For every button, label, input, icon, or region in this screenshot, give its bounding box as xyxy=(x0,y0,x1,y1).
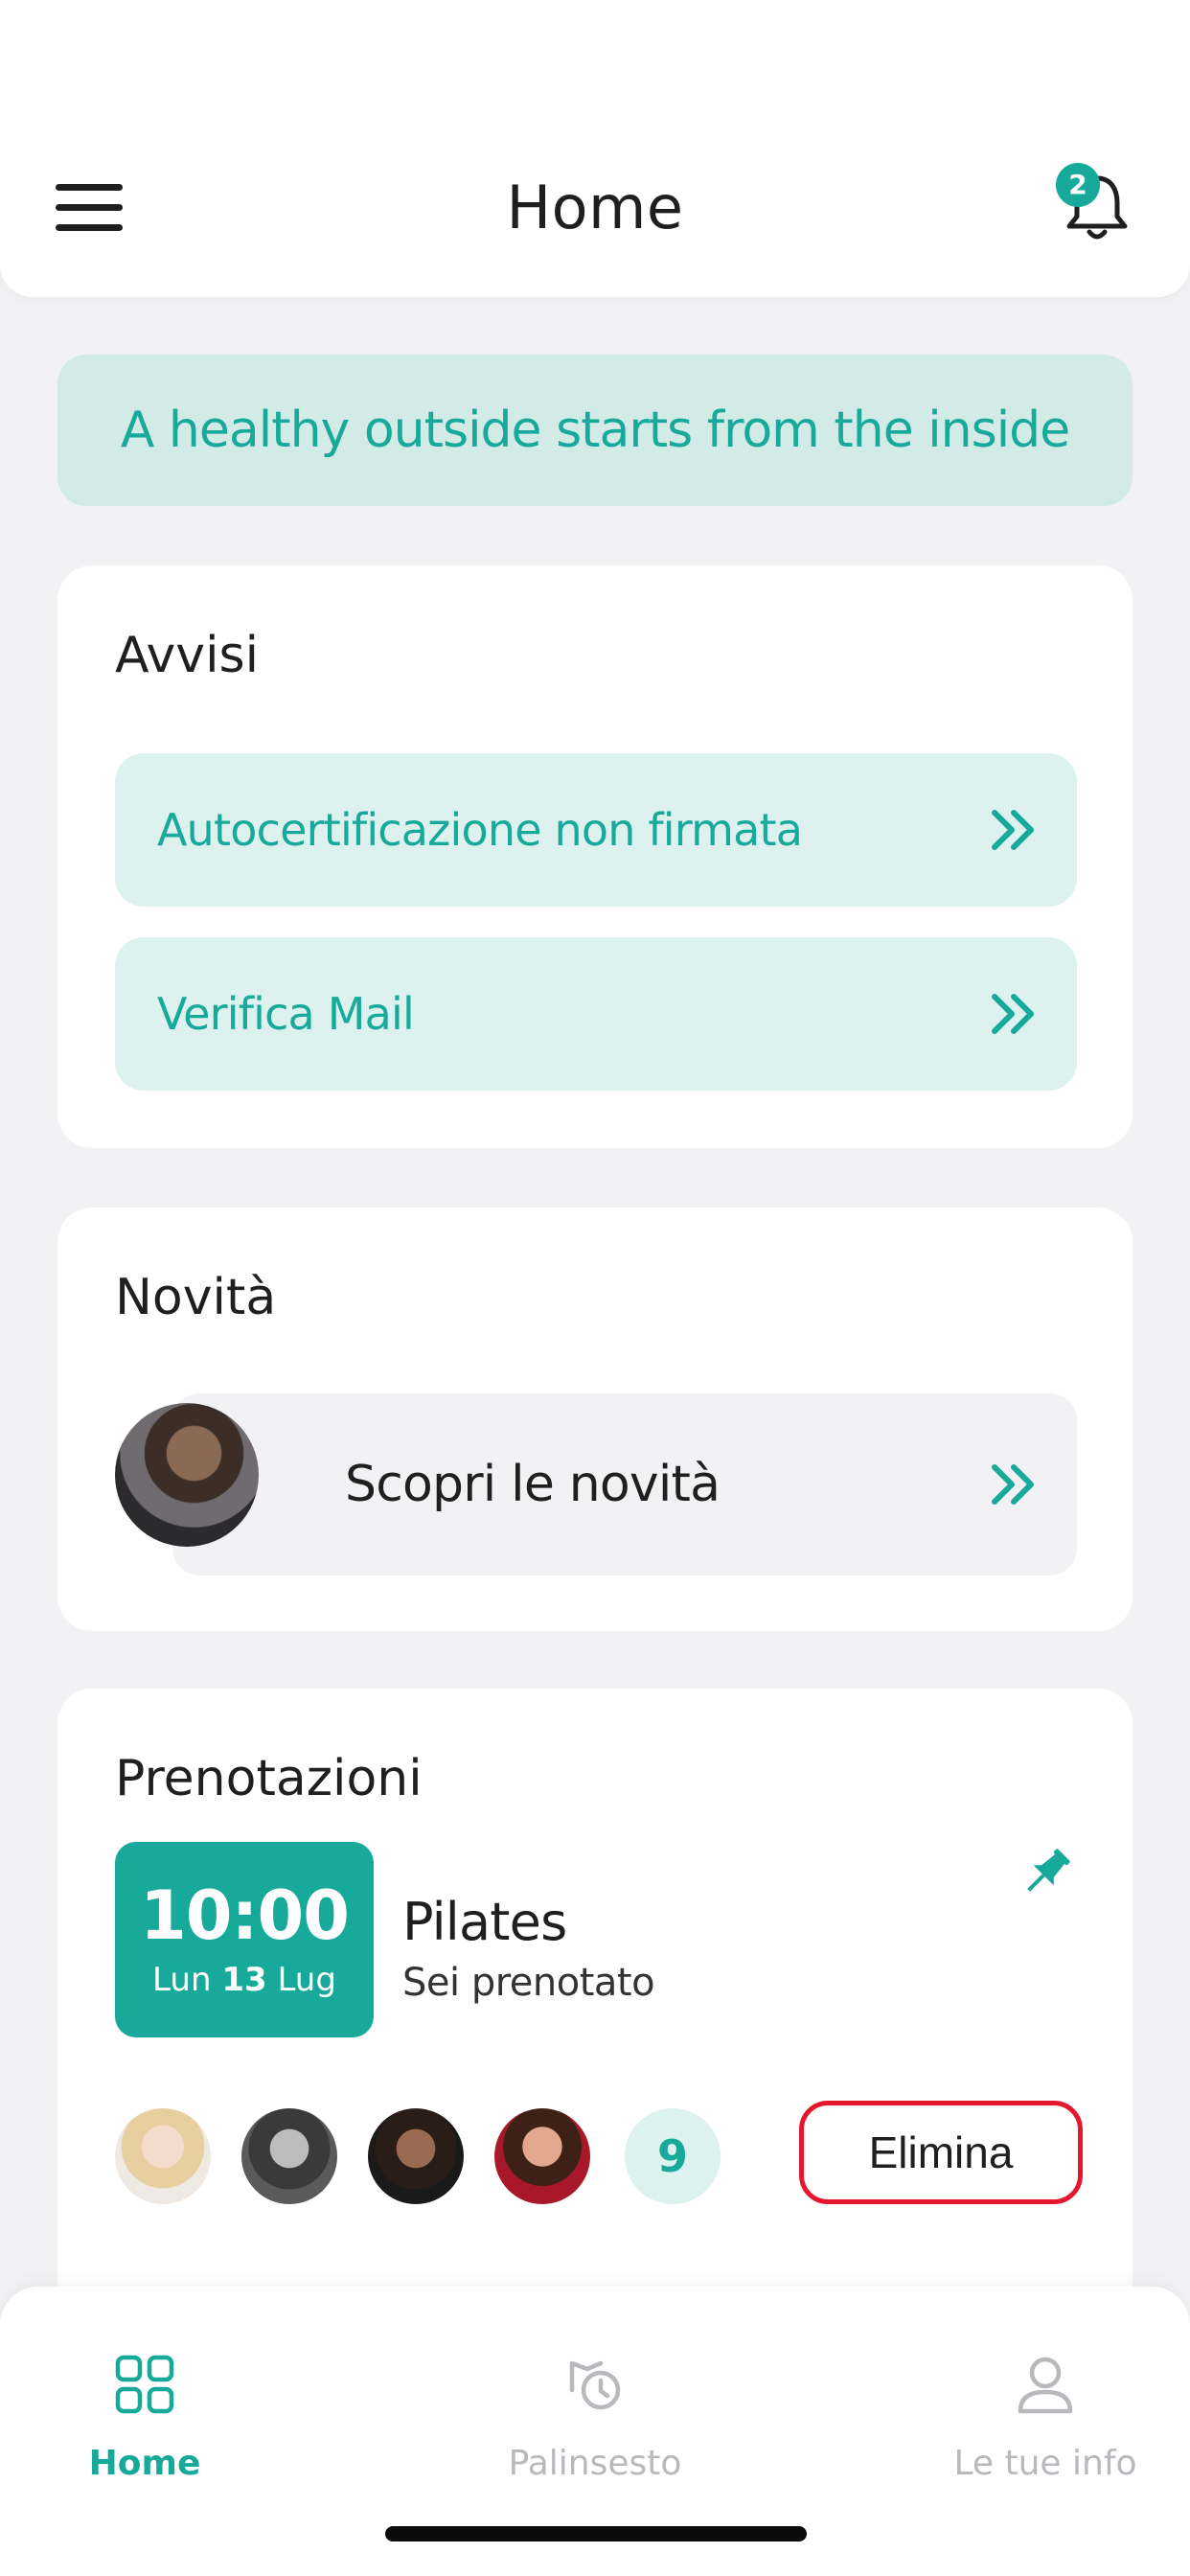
double-chevron-right-icon xyxy=(992,1464,1034,1505)
alerts-title: Avvisi xyxy=(115,627,260,684)
double-chevron-right-icon xyxy=(992,810,1034,850)
tab-your-info[interactable]: Le tue info xyxy=(847,2287,1190,2517)
double-chevron-right-icon xyxy=(992,994,1034,1034)
alert-item-verify-mail[interactable]: Verifica Mail xyxy=(115,937,1077,1091)
page-title: Home xyxy=(506,172,684,242)
booking-status: Sei prenotato xyxy=(402,1961,655,2005)
tab-label: Le tue info xyxy=(953,2444,1137,2483)
app-header: Home 2 xyxy=(0,0,1190,297)
news-card: Novità Scopri le novità xyxy=(57,1208,1133,1631)
history-icon xyxy=(569,2360,621,2410)
alert-item-self-certification[interactable]: Autocertificazione non firmata xyxy=(115,753,1077,907)
alert-item-label: Autocertificazione non firmata xyxy=(157,804,803,856)
booking-time-box: 10:00 Lun 13 Lug xyxy=(115,1842,374,2037)
alert-item-label: Verifica Mail xyxy=(157,988,415,1040)
delete-booking-button[interactable]: Elimina xyxy=(799,2101,1083,2204)
attendee-avatar xyxy=(494,2108,590,2204)
home-indicator xyxy=(385,2526,807,2542)
booking-date: Lun 13 Lug xyxy=(152,1961,336,1999)
attendee-avatar xyxy=(241,2108,337,2204)
tab-label: Home xyxy=(88,2444,201,2483)
user-icon xyxy=(1018,2357,1073,2414)
booking-class-name: Pilates xyxy=(402,1892,567,1952)
booking-time: 10:00 xyxy=(140,1876,350,1955)
discover-news-button[interactable]: Scopri le novità xyxy=(172,1393,1077,1576)
bookings-title: Prenotazioni xyxy=(115,1750,423,1807)
attendee-avatar xyxy=(115,2108,211,2204)
discover-news-label: Scopri le novità xyxy=(345,1456,721,1513)
motivational-banner: A healthy outside starts from the inside xyxy=(57,355,1133,506)
news-thumbnail xyxy=(115,1403,259,1547)
notification-badge: 2 xyxy=(1056,163,1100,207)
tab-schedule[interactable]: Palinsesto xyxy=(397,2287,793,2517)
grid-icon xyxy=(115,2355,174,2414)
tab-home[interactable]: Home xyxy=(0,2287,343,2517)
pin-icon[interactable] xyxy=(1016,1842,1077,1903)
more-attendees-count[interactable]: 9 xyxy=(625,2108,721,2204)
tab-label: Palinsesto xyxy=(508,2444,682,2483)
bookings-card: Prenotazioni 10:00 Lun 13 Lug Pilates Se… xyxy=(57,1689,1133,2359)
attendee-avatar xyxy=(368,2108,464,2204)
news-title: Novità xyxy=(115,1269,277,1326)
alerts-card: Avvisi Autocertificazione non firmata Ve… xyxy=(57,565,1133,1148)
